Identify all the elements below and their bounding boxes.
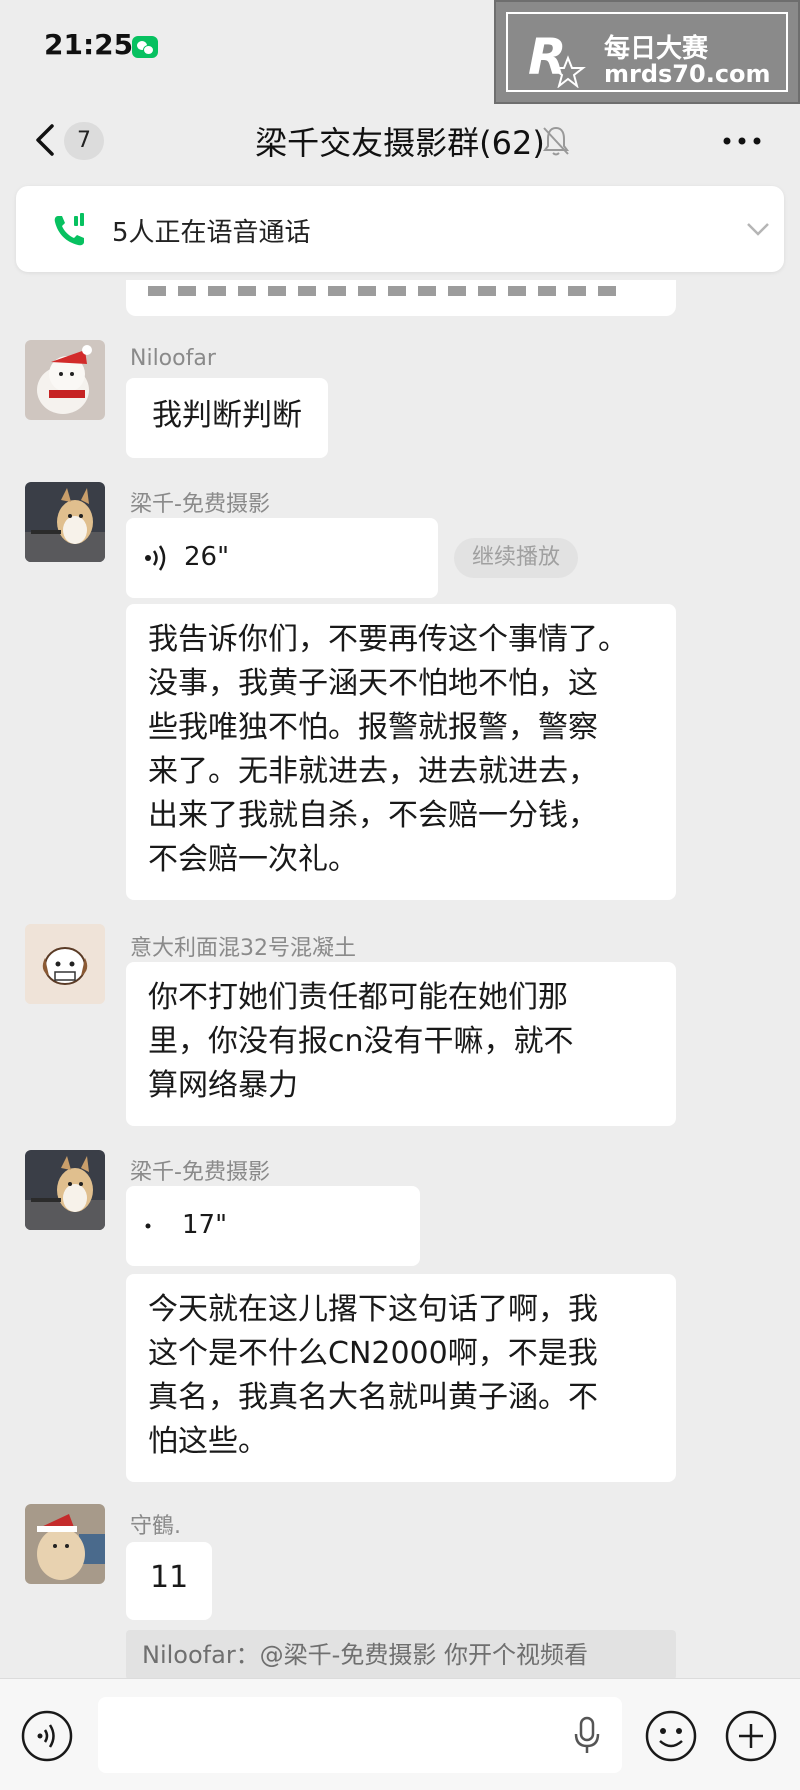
message-input[interactable] bbox=[98, 1697, 622, 1773]
message-bubble[interactable]: 我告诉你们，不要再传这个事情了。 没事，我黄子涵天不怕地不怕，这 些我唯独不怕。… bbox=[126, 604, 676, 900]
message-line: 算网络暴力 bbox=[148, 1068, 298, 1103]
status-time: 21:25 bbox=[44, 28, 134, 61]
mute-bell-icon bbox=[543, 126, 569, 156]
message-line: 没事，我黄子涵天不怕地不怕，这 bbox=[148, 666, 598, 701]
chat-title-text: 梁千交友摄影群(62) bbox=[255, 124, 545, 162]
more-options-icon[interactable] bbox=[722, 136, 762, 146]
microphone-icon[interactable] bbox=[572, 1715, 602, 1755]
sender-name: 梁千-免费摄影 bbox=[130, 1160, 270, 1185]
phone-call-icon bbox=[54, 213, 84, 246]
chat-title: 梁千交友摄影群(62) bbox=[0, 118, 800, 164]
chat-nav-bar: 7 梁千交友摄影群(62) bbox=[0, 100, 800, 180]
avatar[interactable] bbox=[25, 924, 105, 1004]
avatar[interactable] bbox=[25, 340, 105, 420]
watermark-url: mrds70.com bbox=[604, 60, 771, 88]
message-line: 怕这些。 bbox=[148, 1424, 268, 1459]
message-line: 些我唯独不怕。报警就报警，警察 bbox=[148, 710, 598, 745]
watermark-frame: R 每日大赛 mrds70.com bbox=[506, 12, 788, 92]
message-line: 今天就在这儿撂下这句话了啊，我 bbox=[148, 1292, 598, 1327]
message-line: 里，你没有报cn没有干嘛，就不 bbox=[148, 1024, 574, 1059]
sender-name: 梁千-免费摄影 bbox=[130, 492, 270, 517]
avatar[interactable] bbox=[25, 1150, 105, 1230]
message-bubble[interactable]: 你不打她们责任都可能在她们那 里，你没有报cn没有干嘛，就不 算网络暴力 bbox=[126, 962, 676, 1126]
continue-playback-button[interactable]: 继续播放 bbox=[454, 538, 579, 578]
sender-name: Niloofar bbox=[130, 346, 216, 371]
voice-message-bubble[interactable]: 17" bbox=[126, 1186, 420, 1266]
message-line: 来了。无非就进去，进去就进去， bbox=[148, 754, 598, 789]
voice-duration: 17" bbox=[182, 1210, 228, 1240]
sender-name: 守鶴. bbox=[130, 1514, 181, 1539]
voice-message-bubble[interactable]: 26" bbox=[126, 518, 438, 598]
watermark: R 每日大赛 mrds70.com bbox=[494, 0, 800, 104]
message-bubble[interactable]: 我判断判断 bbox=[126, 378, 328, 458]
voice-wave-icon bbox=[145, 1223, 151, 1229]
chevron-down-icon[interactable] bbox=[744, 220, 772, 238]
message-line: 这个是不什么CN2000啊，不是我 bbox=[148, 1336, 598, 1371]
quoted-reply[interactable]: Niloofar：@梁千-免费摄影 你开个视频看 bbox=[126, 1630, 676, 1680]
voice-input-toggle-icon[interactable] bbox=[20, 1709, 74, 1763]
message-line: 出来了我就自杀，不会赔一分钱， bbox=[148, 798, 598, 833]
voice-wave-icon bbox=[145, 545, 166, 571]
plus-icon[interactable] bbox=[724, 1709, 778, 1763]
voice-call-banner[interactable]: 5人正在语音通话 bbox=[16, 186, 784, 272]
partial-message-bubble bbox=[126, 280, 676, 316]
voice-duration: 26" bbox=[184, 542, 230, 572]
message-bubble[interactable]: 11 bbox=[126, 1542, 213, 1620]
message-bubble[interactable]: 今天就在这儿撂下这句话了啊，我 这个是不什么CN2000啊，不是我 真名，我真名… bbox=[126, 1274, 676, 1482]
message-line: 不会赔一次礼。 bbox=[148, 842, 358, 877]
message-line: 真名，我真名大名就叫黄子涵。不 bbox=[148, 1380, 598, 1415]
avatar[interactable] bbox=[25, 482, 105, 562]
message-line: 你不打她们责任都可能在她们那 bbox=[148, 980, 568, 1015]
chat-input-bar bbox=[0, 1678, 800, 1790]
voice-call-status: 5人正在语音通话 bbox=[112, 218, 311, 248]
message-line: 我告诉你们，不要再传这个事情了。 bbox=[148, 622, 628, 657]
avatar[interactable] bbox=[25, 1504, 105, 1584]
sender-name: 意大利面混32号混凝土 bbox=[130, 936, 356, 961]
wechat-notification-icon bbox=[132, 36, 158, 58]
emoji-icon[interactable] bbox=[644, 1709, 698, 1763]
watermark-logo-icon: R bbox=[528, 28, 586, 88]
